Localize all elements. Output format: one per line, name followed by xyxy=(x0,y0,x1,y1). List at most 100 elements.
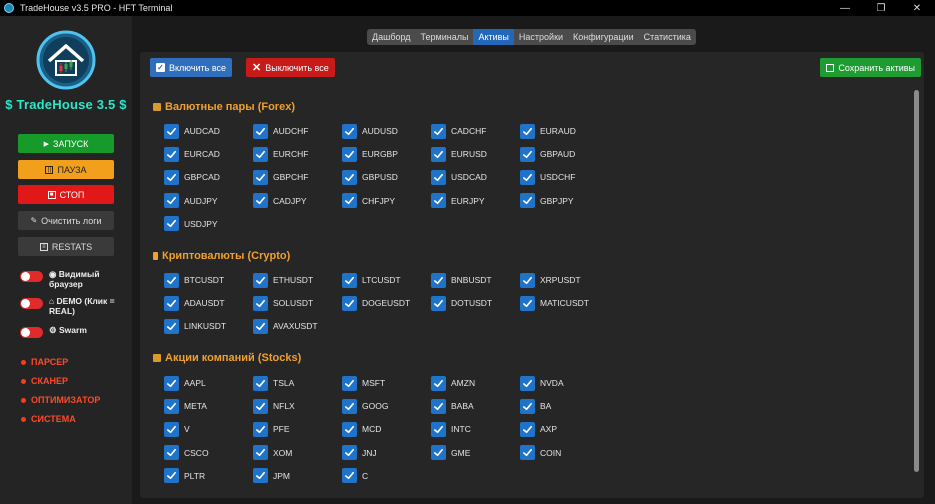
checkbox-checked-icon[interactable] xyxy=(520,169,535,185)
asset-checkbox-adausdt[interactable]: ADAUSDT xyxy=(164,295,249,311)
start-button[interactable]: ▶ ЗАПУСК xyxy=(18,134,114,153)
tab-terminals[interactable]: Терминалы xyxy=(416,29,474,45)
asset-checkbox-maticusdt[interactable]: MATICUSDT xyxy=(520,295,605,311)
asset-checkbox-pltr[interactable]: PLTR xyxy=(164,468,249,484)
asset-checkbox-c[interactable]: C xyxy=(342,468,427,484)
asset-checkbox-euraud[interactable]: EURAUD xyxy=(520,123,605,139)
close-icon[interactable]: ✕ xyxy=(899,0,935,16)
save-assets-button[interactable]: Сохранить активы xyxy=(820,58,921,77)
checkbox-checked-icon[interactable] xyxy=(253,123,268,139)
checkbox-checked-icon[interactable] xyxy=(342,169,357,185)
asset-checkbox-xom[interactable]: XOM xyxy=(253,445,338,461)
checkbox-checked-icon[interactable] xyxy=(431,398,446,414)
pause-button[interactable]: || ПАУЗА xyxy=(18,160,114,179)
checkbox-checked-icon[interactable] xyxy=(164,445,179,461)
vertical-scrollbar[interactable] xyxy=(914,90,919,472)
checkbox-checked-icon[interactable] xyxy=(431,272,446,288)
nav-scanner[interactable]: СКАНЕР xyxy=(21,376,68,386)
checkbox-checked-icon[interactable] xyxy=(164,375,179,391)
checkbox-checked-icon[interactable] xyxy=(253,421,268,437)
asset-checkbox-audcad[interactable]: AUDCAD xyxy=(164,123,249,139)
asset-checkbox-cadchf[interactable]: CADCHF xyxy=(431,123,516,139)
nav-system[interactable]: СИСТЕМА xyxy=(21,414,76,424)
asset-checkbox-nflx[interactable]: NFLX xyxy=(253,398,338,414)
nav-optimizer[interactable]: ОПТИМИЗАТОР xyxy=(21,395,100,405)
asset-checkbox-v[interactable]: V xyxy=(164,421,249,437)
asset-checkbox-eurjpy[interactable]: EURJPY xyxy=(431,193,516,209)
checkbox-checked-icon[interactable] xyxy=(164,295,179,311)
tab-assets[interactable]: Активы xyxy=(473,29,514,45)
visible-browser-toggle[interactable] xyxy=(20,271,43,282)
asset-checkbox-ltcusdt[interactable]: LTCUSDT xyxy=(342,272,427,288)
checkbox-checked-icon[interactable] xyxy=(253,398,268,414)
checkbox-checked-icon[interactable] xyxy=(253,375,268,391)
checkbox-checked-icon[interactable] xyxy=(164,421,179,437)
checkbox-checked-icon[interactable] xyxy=(520,295,535,311)
asset-checkbox-eurcad[interactable]: EURCAD xyxy=(164,146,249,162)
stop-button[interactable]: ■ СТОП xyxy=(18,185,114,204)
checkbox-checked-icon[interactable] xyxy=(253,468,268,484)
asset-checkbox-usdcad[interactable]: USDCAD xyxy=(431,169,516,185)
enable-all-button[interactable]: ✓ Включить все xyxy=(150,58,233,77)
asset-checkbox-ba[interactable]: BA xyxy=(520,398,605,414)
asset-checkbox-chfjpy[interactable]: CHFJPY xyxy=(342,193,427,209)
asset-checkbox-audchf[interactable]: AUDCHF xyxy=(253,123,338,139)
asset-checkbox-gbpjpy[interactable]: GBPJPY xyxy=(520,193,605,209)
checkbox-checked-icon[interactable] xyxy=(253,295,268,311)
asset-checkbox-btcusdt[interactable]: BTCUSDT xyxy=(164,272,249,288)
asset-checkbox-gbpcad[interactable]: GBPCAD xyxy=(164,169,249,185)
tab-statistics[interactable]: Статистика xyxy=(639,29,696,45)
checkbox-checked-icon[interactable] xyxy=(342,421,357,437)
asset-checkbox-solusdt[interactable]: SOLUSDT xyxy=(253,295,338,311)
nav-parser[interactable]: ПАРСЕР xyxy=(21,357,68,367)
asset-checkbox-usdchf[interactable]: USDCHF xyxy=(520,169,605,185)
asset-checkbox-axp[interactable]: AXP xyxy=(520,421,605,437)
asset-checkbox-eurgbp[interactable]: EURGBP xyxy=(342,146,427,162)
asset-checkbox-audjpy[interactable]: AUDJPY xyxy=(164,193,249,209)
asset-checkbox-usdjpy[interactable]: USDJPY xyxy=(164,216,249,232)
checkbox-checked-icon[interactable] xyxy=(431,146,446,162)
tab-dashboard[interactable]: Дашборд xyxy=(367,29,416,45)
checkbox-checked-icon[interactable] xyxy=(164,193,179,209)
checkbox-checked-icon[interactable] xyxy=(253,272,268,288)
checkbox-checked-icon[interactable] xyxy=(253,169,268,185)
asset-checkbox-mcd[interactable]: MCD xyxy=(342,421,427,437)
checkbox-checked-icon[interactable] xyxy=(431,123,446,139)
checkbox-checked-icon[interactable] xyxy=(342,295,357,311)
checkbox-checked-icon[interactable] xyxy=(431,193,446,209)
asset-checkbox-msft[interactable]: MSFT xyxy=(342,375,427,391)
asset-checkbox-gbpusd[interactable]: GBPUSD xyxy=(342,169,427,185)
asset-checkbox-coin[interactable]: COIN xyxy=(520,445,605,461)
checkbox-checked-icon[interactable] xyxy=(253,445,268,461)
asset-checkbox-meta[interactable]: META xyxy=(164,398,249,414)
checkbox-checked-icon[interactable] xyxy=(520,445,535,461)
checkbox-checked-icon[interactable] xyxy=(342,146,357,162)
checkbox-checked-icon[interactable] xyxy=(520,375,535,391)
checkbox-checked-icon[interactable] xyxy=(164,468,179,484)
asset-checkbox-goog[interactable]: GOOG xyxy=(342,398,427,414)
asset-checkbox-amzn[interactable]: AMZN xyxy=(431,375,516,391)
checkbox-checked-icon[interactable] xyxy=(164,272,179,288)
checkbox-checked-icon[interactable] xyxy=(164,123,179,139)
checkbox-checked-icon[interactable] xyxy=(164,398,179,414)
checkbox-checked-icon[interactable] xyxy=(520,146,535,162)
disable-all-button[interactable]: ✕ Выключить все xyxy=(246,58,335,77)
asset-checkbox-ethusdt[interactable]: ETHUSDT xyxy=(253,272,338,288)
checkbox-checked-icon[interactable] xyxy=(431,169,446,185)
checkbox-checked-icon[interactable] xyxy=(520,421,535,437)
checkbox-checked-icon[interactable] xyxy=(431,295,446,311)
asset-checkbox-dotusdt[interactable]: DOTUSDT xyxy=(431,295,516,311)
checkbox-checked-icon[interactable] xyxy=(342,398,357,414)
asset-checkbox-tsla[interactable]: TSLA xyxy=(253,375,338,391)
asset-checkbox-nvda[interactable]: NVDA xyxy=(520,375,605,391)
checkbox-checked-icon[interactable] xyxy=(342,272,357,288)
asset-checkbox-eurusd[interactable]: EURUSD xyxy=(431,146,516,162)
asset-checkbox-linkusdt[interactable]: LINKUSDT xyxy=(164,318,249,334)
checkbox-checked-icon[interactable] xyxy=(520,398,535,414)
asset-checkbox-gbpaud[interactable]: GBPAUD xyxy=(520,146,605,162)
checkbox-checked-icon[interactable] xyxy=(520,193,535,209)
checkbox-checked-icon[interactable] xyxy=(164,169,179,185)
tab-configurations[interactable]: Конфигурации xyxy=(568,29,639,45)
asset-checkbox-bnbusdt[interactable]: BNBUSDT xyxy=(431,272,516,288)
asset-checkbox-jnj[interactable]: JNJ xyxy=(342,445,427,461)
